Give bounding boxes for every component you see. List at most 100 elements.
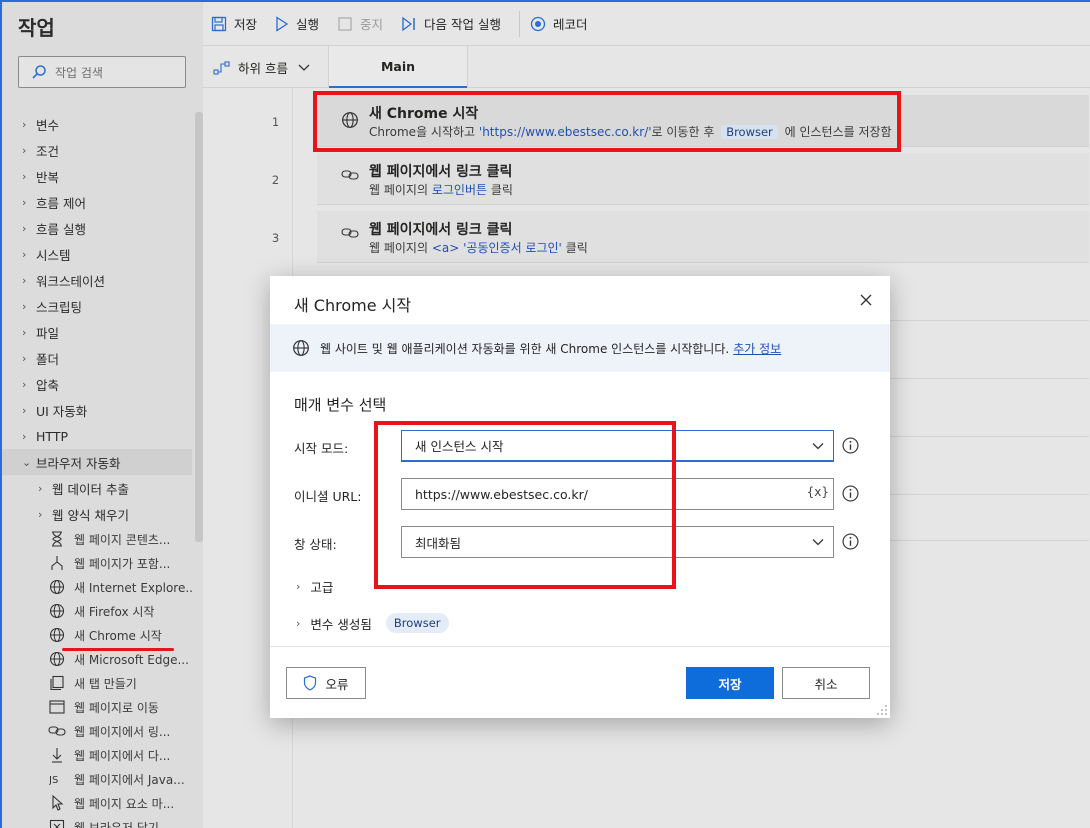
info-icon[interactable] bbox=[842, 485, 859, 502]
tree-group-compression[interactable]: › 압축 bbox=[2, 371, 192, 397]
tree-group-label: 워크스테이션 bbox=[36, 273, 106, 289]
chevron-right-icon: › bbox=[22, 299, 27, 313]
tree-group-conditions[interactable]: › 조건 bbox=[2, 137, 192, 163]
step-desc-text: 웹 페이지의 bbox=[369, 241, 432, 255]
tree-group-ui-automation[interactable]: › UI 자동화 bbox=[2, 397, 192, 423]
chevron-right-icon: › bbox=[296, 616, 301, 630]
variables-produced-label: 변수 생성됨 bbox=[310, 616, 372, 632]
run-next-action-button[interactable]: 다음 작업 실행 bbox=[401, 14, 501, 33]
tree-action-launch-ie[interactable]: 새 Internet Explore... bbox=[2, 575, 192, 599]
recorder-label: 레코더 bbox=[553, 17, 588, 32]
tree-action-label: 웹 페이지 요소 마... bbox=[74, 796, 175, 811]
tree-group-label: 흐름 제어 bbox=[36, 195, 86, 211]
chevron-down-icon: ⌄ bbox=[22, 455, 32, 469]
stop-label: 중지 bbox=[360, 17, 384, 32]
info-icon[interactable] bbox=[842, 437, 859, 454]
tree-action-launch-chrome[interactable]: 새 Chrome 시작 bbox=[2, 623, 192, 647]
tree-group-variables[interactable]: › 변수 bbox=[2, 111, 192, 137]
tree-group-file[interactable]: › 파일 bbox=[2, 319, 192, 345]
tree-group-system[interactable]: › 시스템 bbox=[2, 241, 192, 267]
new-tab-icon bbox=[48, 674, 66, 692]
actions-pane-scrollbar[interactable] bbox=[195, 112, 203, 542]
tree-action-web-page-includes[interactable]: 웹 페이지가 포함... bbox=[2, 551, 192, 575]
link-icon bbox=[341, 228, 359, 238]
subflows-label: 하위 흐름 bbox=[238, 61, 288, 76]
tree-group-label: 변수 bbox=[36, 117, 60, 133]
cursor-icon bbox=[48, 794, 66, 812]
actions-pane: 작업 작업 검색 › 변수 › 조건 › 반복 › 흐름 제어 › 흐름 실행 › 시스템 … bbox=[2, 2, 203, 828]
tree-action-label: 새 Firefox 시작 bbox=[74, 604, 155, 619]
save-dialog-button[interactable]: 저장 bbox=[686, 667, 774, 699]
actions-tree: › 변수 › 조건 › 반복 › 흐름 제어 › 흐름 실행 › 시스템 › 워크스테이션 ›… bbox=[2, 111, 192, 828]
tree-group-flow-control[interactable]: › 흐름 제어 bbox=[2, 189, 192, 215]
tree-subgroup-web-form-filling[interactable]: › 웹 양식 채우기 bbox=[2, 501, 192, 527]
tree-action-label: 웹 브라우저 닫기 bbox=[74, 820, 159, 828]
save-label: 저장 bbox=[234, 17, 258, 32]
tree-action-click-link[interactable]: 웹 페이지에서 링... bbox=[2, 719, 192, 743]
tree-group-workstation[interactable]: › 워크스테이션 bbox=[2, 267, 192, 293]
record-icon bbox=[530, 16, 546, 31]
cancel-button[interactable]: 취소 bbox=[782, 667, 870, 699]
tree-group-browser-automation[interactable]: ⌄ 브라우저 자동화 bbox=[2, 449, 192, 475]
tree-group-http[interactable]: › HTTP bbox=[2, 423, 192, 449]
recorder-button[interactable]: 레코더 bbox=[530, 14, 588, 33]
tree-action-hover-element[interactable]: 웹 페이지 요소 마... bbox=[2, 791, 192, 815]
advanced-expander[interactable]: › 고급 bbox=[296, 577, 333, 596]
tree-action-label: 새 탭 만들기 bbox=[74, 676, 137, 691]
chevron-right-icon: › bbox=[38, 481, 43, 495]
produced-variable-chip[interactable]: Browser bbox=[385, 613, 449, 633]
tree-action-new-tab[interactable]: 새 탭 만들기 bbox=[2, 671, 192, 695]
on-error-button[interactable]: 오류 bbox=[286, 667, 366, 699]
step-description: 웹 페이지의 <a> '공동인증서 로그인' 클릭 bbox=[369, 239, 588, 256]
tree-group-label: 브라우저 자동화 bbox=[36, 455, 121, 471]
tree-group-folder[interactable]: › 폴더 bbox=[2, 345, 192, 371]
chevron-right-icon: › bbox=[22, 429, 27, 443]
dialog-footer-divider bbox=[270, 646, 890, 647]
flow-step-click-link-1[interactable]: 웹 페이지에서 링크 클릭 웹 페이지의 로그인버튼 클릭 bbox=[317, 153, 1089, 205]
tree-action-launch-firefox[interactable]: 새 Firefox 시작 bbox=[2, 599, 192, 623]
tree-action-label: 웹 페이지로 이동 bbox=[74, 700, 159, 715]
tree-action-label: 웹 페이지 콘텐츠... bbox=[74, 532, 171, 547]
actions-search-input[interactable]: 작업 검색 bbox=[18, 56, 186, 88]
tree-group-label: 웹 양식 채우기 bbox=[52, 507, 129, 523]
tree-group-label: 파일 bbox=[36, 325, 60, 341]
tree-group-scripting[interactable]: › 스크립팅 bbox=[2, 293, 192, 319]
flow-step-click-link-2[interactable]: 웹 페이지에서 링크 클릭 웹 페이지의 <a> '공동인증서 로그인' 클릭 bbox=[317, 211, 1089, 263]
run-button[interactable]: 실행 bbox=[275, 14, 319, 33]
tree-group-label: UI 자동화 bbox=[36, 403, 88, 419]
info-icon[interactable] bbox=[842, 533, 859, 550]
tree-group-loops[interactable]: › 반복 bbox=[2, 163, 192, 189]
tree-group-run-flow[interactable]: › 흐름 실행 bbox=[2, 215, 192, 241]
tree-action-close-browser[interactable]: 웹 브라우저 닫기 bbox=[2, 815, 192, 828]
tree-group-label: HTTP bbox=[36, 428, 68, 444]
more-info-link[interactable]: 추가 정보 bbox=[733, 340, 781, 357]
play-icon bbox=[276, 15, 289, 32]
resize-grip-icon[interactable] bbox=[876, 704, 888, 716]
step-desc-value: <a> '공동인증서 로그인' bbox=[431, 241, 562, 255]
globe-icon bbox=[48, 578, 66, 596]
tree-action-download[interactable]: 웹 페이지에서 다... bbox=[2, 743, 192, 767]
variables-produced-expander[interactable]: › 변수 생성됨 Browser bbox=[296, 613, 449, 633]
javascript-icon: JS bbox=[48, 770, 66, 788]
chevron-right-icon: › bbox=[22, 325, 27, 339]
on-error-label: 오류 bbox=[325, 676, 349, 692]
tree-action-go-to-web-page[interactable]: 웹 페이지로 이동 bbox=[2, 695, 192, 719]
insert-variable-button[interactable]: {x} bbox=[807, 485, 829, 499]
tree-action-web-page-contains[interactable]: 웹 페이지 콘텐츠... bbox=[2, 527, 192, 551]
chevron-down-icon bbox=[812, 539, 824, 546]
tree-action-run-javascript[interactable]: JS 웹 페이지에서 Java... bbox=[2, 767, 192, 791]
tree-subgroup-web-data-extraction[interactable]: › 웹 데이터 추출 bbox=[2, 475, 192, 501]
link-icon bbox=[48, 722, 66, 740]
chevron-right-icon: › bbox=[22, 351, 27, 365]
close-icon[interactable] bbox=[858, 292, 874, 308]
run-next-label: 다음 작업 실행 bbox=[424, 17, 501, 32]
tab-main[interactable]: Main bbox=[329, 46, 467, 88]
stop-button[interactable]: 중지 bbox=[337, 14, 383, 33]
step-title: 웹 페이지에서 링크 클릭 bbox=[369, 164, 513, 180]
globe-icon bbox=[48, 602, 66, 620]
window-border-left bbox=[0, 0, 2, 828]
save-button[interactable]: 저장 bbox=[211, 14, 257, 33]
tree-action-label: 웹 페이지에서 다... bbox=[74, 748, 171, 763]
subflows-dropdown[interactable]: 하위 흐름 bbox=[213, 58, 317, 77]
tree-action-label: 웹 페이지에서 Java... bbox=[74, 772, 185, 787]
